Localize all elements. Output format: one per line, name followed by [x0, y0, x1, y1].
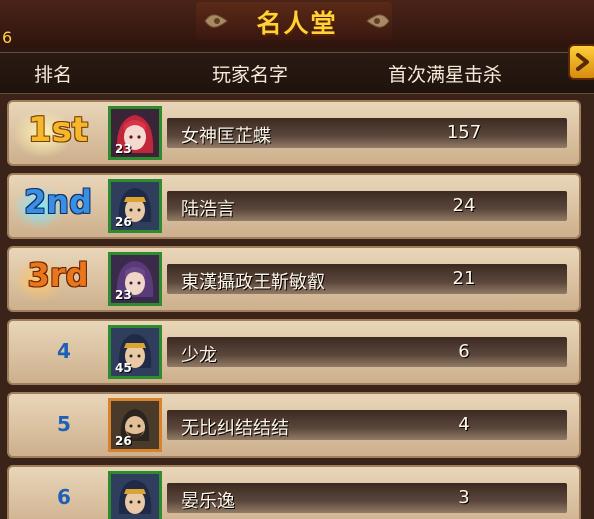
kill-count: 157	[446, 122, 482, 143]
player-level: 23	[115, 142, 132, 156]
rank-column-header: 排名	[34, 64, 73, 86]
kill-count: 4	[458, 414, 470, 435]
table-row[interactable]: 6 晏乐逸 3	[7, 465, 581, 519]
player-avatar[interactable]: 23	[108, 106, 162, 160]
player-avatar[interactable]	[108, 471, 162, 519]
name-strip	[167, 337, 567, 367]
table-row[interactable]: 5 26 无比纠结结结 4	[7, 392, 581, 458]
table-row[interactable]: 3rd 23 東漢攝政王靳敏叡 21	[7, 246, 581, 312]
rank-label: 1st	[27, 110, 89, 150]
player-avatar[interactable]: 23	[108, 252, 162, 306]
hero-portrait-icon	[111, 474, 159, 519]
kill-count: 21	[452, 268, 476, 289]
next-page-button[interactable]	[568, 44, 594, 80]
player-name: 女神匡芷蝶	[181, 126, 271, 147]
player-name: 東漢攝政王靳敏叡	[181, 272, 325, 293]
hall-of-fame-list[interactable]: 1st 23 女神匡芷蝶 157 2nd 26 陆浩言 24 3rd 23 東漢…	[0, 94, 594, 519]
rank-label: 5	[57, 412, 71, 436]
table-row[interactable]: 1st 23 女神匡芷蝶 157	[7, 100, 581, 166]
kill-count: 3	[458, 487, 470, 508]
rank-label: 6	[57, 485, 71, 509]
page-title: 名人堂	[256, 9, 338, 38]
player-name: 晏乐逸	[181, 491, 235, 512]
player-level: 26	[115, 215, 132, 229]
rank-label: 3rd	[27, 256, 89, 294]
player-avatar[interactable]: 26	[108, 179, 162, 233]
player-level: 26	[115, 434, 132, 448]
rank-label: 2nd	[24, 183, 92, 221]
kill-count: 24	[452, 195, 476, 216]
chevron-right-icon	[576, 53, 589, 71]
corner-number: 6	[2, 28, 13, 47]
table-row[interactable]: 4 45 少龙 6	[7, 319, 581, 385]
column-header-bar	[0, 52, 594, 95]
rank-label: 4	[57, 339, 71, 363]
kill-count: 6	[458, 341, 470, 362]
player-name: 少龙	[181, 345, 217, 366]
player-name-column-header: 玩家名字	[212, 64, 289, 86]
player-name: 陆浩言	[181, 199, 235, 220]
player-avatar[interactable]: 26	[108, 398, 162, 452]
player-avatar[interactable]: 45	[108, 325, 162, 379]
player-level: 23	[115, 288, 132, 302]
table-row[interactable]: 2nd 26 陆浩言 24	[7, 173, 581, 239]
left-ornament-icon	[204, 14, 228, 28]
player-name: 无比纠结结结	[181, 418, 289, 439]
player-level: 45	[115, 361, 132, 375]
right-ornament-icon	[366, 14, 390, 28]
first-full-star-kill-column-header: 首次满星击杀	[388, 64, 503, 86]
